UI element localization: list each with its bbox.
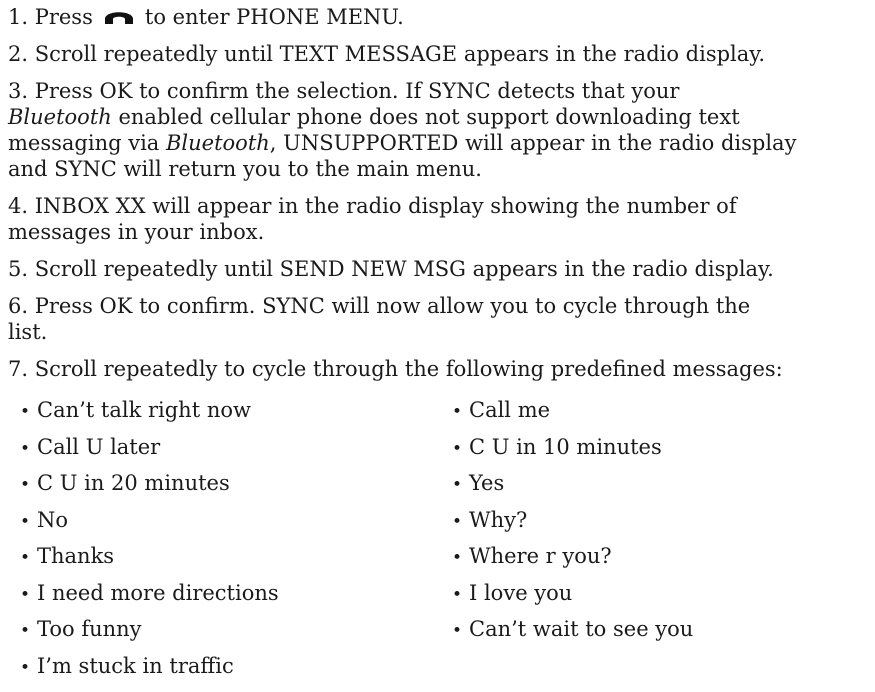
step-text: 2. Scroll repeatedly until TEXT MESSAGE … <box>8 42 766 66</box>
steps-list: 1. Press to enter PHONE MENU. 2. Scroll re… <box>8 4 869 382</box>
message-text: Why? <box>469 507 528 532</box>
message-list-item: • I need more directions <box>20 576 452 613</box>
bullet-icon: • <box>20 511 31 532</box>
step-text: , UNSUPPORTED will appear in the radio d… <box>269 131 797 155</box>
message-text: C U in 10 minutes <box>469 434 662 459</box>
message-list-item: • Too funny <box>20 612 452 649</box>
step-text: Bluetooth <box>8 105 112 129</box>
message-list-item: • Where r you? <box>452 539 872 576</box>
step-2: 2. Scroll repeatedly until TEXT MESSAGE … <box>8 41 869 67</box>
message-text: Can’t wait to see you <box>469 617 694 641</box>
message-text: C U in 20 minutes <box>37 471 230 495</box>
step-6: 6. Press OK to confirm. SYNC will now al… <box>8 293 869 345</box>
message-text: Thanks <box>37 544 115 568</box>
message-text: I need more directions <box>37 580 279 605</box>
step-text: messages in your inbox. <box>8 220 265 244</box>
message-list-item: • No <box>20 503 452 540</box>
message-list-item: • Can’t talk right now <box>20 393 452 430</box>
message-text: Too funny <box>37 617 142 641</box>
step-4: 4. INBOX XX will appear in the radio dis… <box>8 193 869 245</box>
message-text: Call me <box>469 398 551 422</box>
step-text: Bluetooth <box>166 131 270 155</box>
step-text: 1. Press <box>8 5 93 29</box>
step-text: 7. Scroll repeatedly to cycle through th… <box>8 357 783 381</box>
step-3: 3. Press OK to confirm the selection. If… <box>8 78 869 182</box>
step-text: list. <box>8 320 48 344</box>
message-list-item: • Can’t wait to see you <box>452 612 872 649</box>
message-text: Call U later <box>37 434 161 459</box>
message-list-item: • Thanks <box>20 539 452 576</box>
bullet-icon: • <box>20 402 31 422</box>
bullet-icon: • <box>20 621 31 641</box>
message-text: Can’t talk right now <box>37 398 251 422</box>
step-text: 4. INBOX XX will appear in the radio dis… <box>8 194 737 218</box>
message-text: I love you <box>469 580 573 605</box>
step-5: 5. Scroll repeatedly until SEND NEW MSG … <box>8 256 869 282</box>
bullet-icon: • <box>452 621 463 641</box>
bullet-icon: • <box>20 584 31 605</box>
message-list-item: • C U in 20 minutes <box>20 466 452 503</box>
bullet-icon: • <box>20 657 31 678</box>
phone-handset-icon <box>103 6 135 28</box>
predefined-messages-list: • Can’t talk right now • Call me • Call U lat… <box>8 393 869 685</box>
message-text: Yes <box>469 471 505 495</box>
step-7: 7. Scroll repeatedly to cycle through th… <box>8 356 869 382</box>
message-text: I’m stuck in traffic <box>37 653 234 678</box>
bullet-icon: • <box>452 402 463 422</box>
step-1: 1. Press to enter PHONE MENU. <box>8 4 869 30</box>
bullet-icon: • <box>452 548 463 568</box>
message-list-item: • Call me <box>452 393 872 430</box>
message-list-item: • Call U later <box>20 430 452 467</box>
step-text: to enter PHONE MENU. <box>144 5 404 29</box>
message-text: Where r you? <box>469 544 612 568</box>
message-list-item: • C U in 10 minutes <box>452 430 872 467</box>
instruction-page: 1. Press to enter PHONE MENU. 2. Scroll re… <box>0 0 875 692</box>
message-list-item: • Why? <box>452 503 872 540</box>
bullet-icon: • <box>20 548 31 568</box>
bullet-icon: • <box>452 511 463 532</box>
step-text: 5. Scroll repeatedly until SEND NEW MSG … <box>8 257 774 281</box>
bullet-icon: • <box>452 475 463 495</box>
step-text: and SYNC will return you to the main men… <box>8 157 482 181</box>
bullet-icon: • <box>452 438 463 459</box>
step-text: 3. Press OK to confirm the selection. If… <box>8 79 680 103</box>
message-text: No <box>37 507 69 532</box>
message-list-item: • I love you <box>452 576 872 613</box>
step-text: 6. Press OK to confirm. SYNC will now al… <box>8 294 751 318</box>
step-text: messaging via <box>8 131 166 155</box>
bullet-icon: • <box>20 438 31 459</box>
message-list-item: • Yes <box>452 466 872 503</box>
bullet-icon: • <box>20 475 31 495</box>
bullet-icon: • <box>452 584 463 605</box>
step-text: enabled cellular phone does not support … <box>111 105 740 129</box>
message-list-item: • I’m stuck in traffic <box>20 649 452 686</box>
